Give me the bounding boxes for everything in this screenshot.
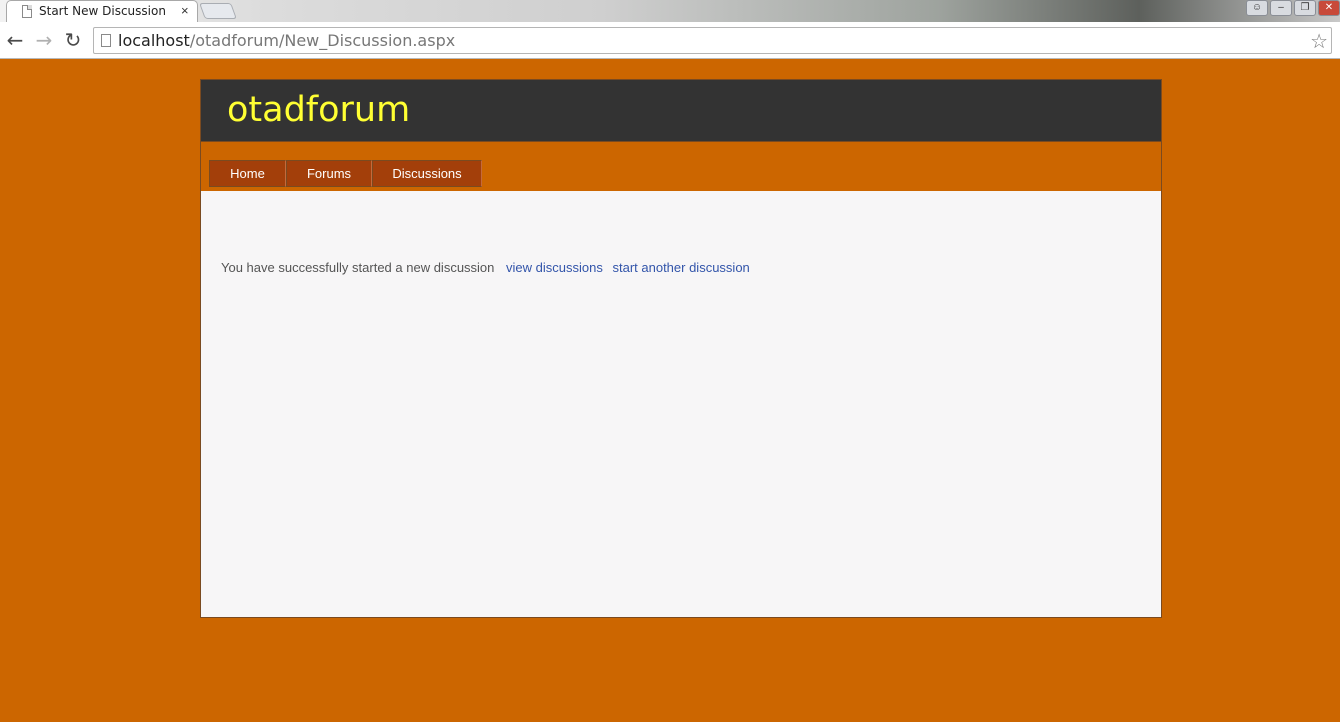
page-icon bbox=[101, 34, 111, 47]
status-message-row: You have successfully started a new disc… bbox=[221, 260, 750, 275]
nav-bar: Home Forums Discussions bbox=[201, 141, 1161, 191]
menu-item-home[interactable]: Home bbox=[209, 160, 286, 187]
url-host: localhost bbox=[118, 31, 190, 50]
start-another-discussion-link[interactable]: start another discussion bbox=[612, 260, 749, 275]
url-path: /otadforum/New_Discussion.aspx bbox=[189, 31, 456, 50]
browser-toolbar: ← → ↻ localhost/otadforum/New_Discussion… bbox=[0, 22, 1340, 59]
menu-item-discussions[interactable]: Discussions bbox=[372, 160, 482, 187]
new-tab-button[interactable] bbox=[199, 3, 237, 19]
menu-item-forums[interactable]: Forums bbox=[286, 160, 372, 187]
tab-title: Start New Discussion bbox=[39, 4, 166, 18]
forward-arrow-icon[interactable]: → bbox=[33, 28, 55, 52]
browser-tab[interactable]: Start New Discussion × bbox=[6, 0, 198, 22]
star-icon[interactable]: ☆ bbox=[1310, 29, 1328, 54]
address-bar[interactable]: localhost/otadforum/New_Discussion.aspx … bbox=[93, 27, 1332, 54]
reload-icon[interactable]: ↻ bbox=[62, 28, 84, 52]
view-discussions-link[interactable]: view discussions bbox=[506, 260, 603, 275]
success-message: You have successfully started a new disc… bbox=[221, 260, 495, 275]
user-profile-icon[interactable]: ☺ bbox=[1246, 0, 1268, 16]
close-window-icon[interactable]: ✕ bbox=[1318, 0, 1340, 16]
site-logo[interactable]: otadforum bbox=[227, 90, 410, 130]
main-menu: Home Forums Discussions bbox=[209, 160, 482, 187]
back-arrow-icon[interactable]: ← bbox=[4, 28, 26, 52]
restore-icon[interactable]: ❐ bbox=[1294, 0, 1316, 16]
tab-close-icon[interactable]: × bbox=[181, 3, 189, 18]
minimize-icon[interactable]: – bbox=[1270, 0, 1292, 16]
page-container: otadforum Home Forums Discussions You ha… bbox=[200, 79, 1162, 618]
browser-tab-strip: Start New Discussion × ☺ – ❐ ✕ bbox=[0, 0, 1340, 22]
url-text[interactable]: localhost/otadforum/New_Discussion.aspx bbox=[118, 31, 455, 50]
page-icon bbox=[22, 5, 32, 18]
site-header: otadforum bbox=[201, 80, 1161, 141]
window-controls: ☺ – ❐ ✕ bbox=[1244, 0, 1340, 18]
